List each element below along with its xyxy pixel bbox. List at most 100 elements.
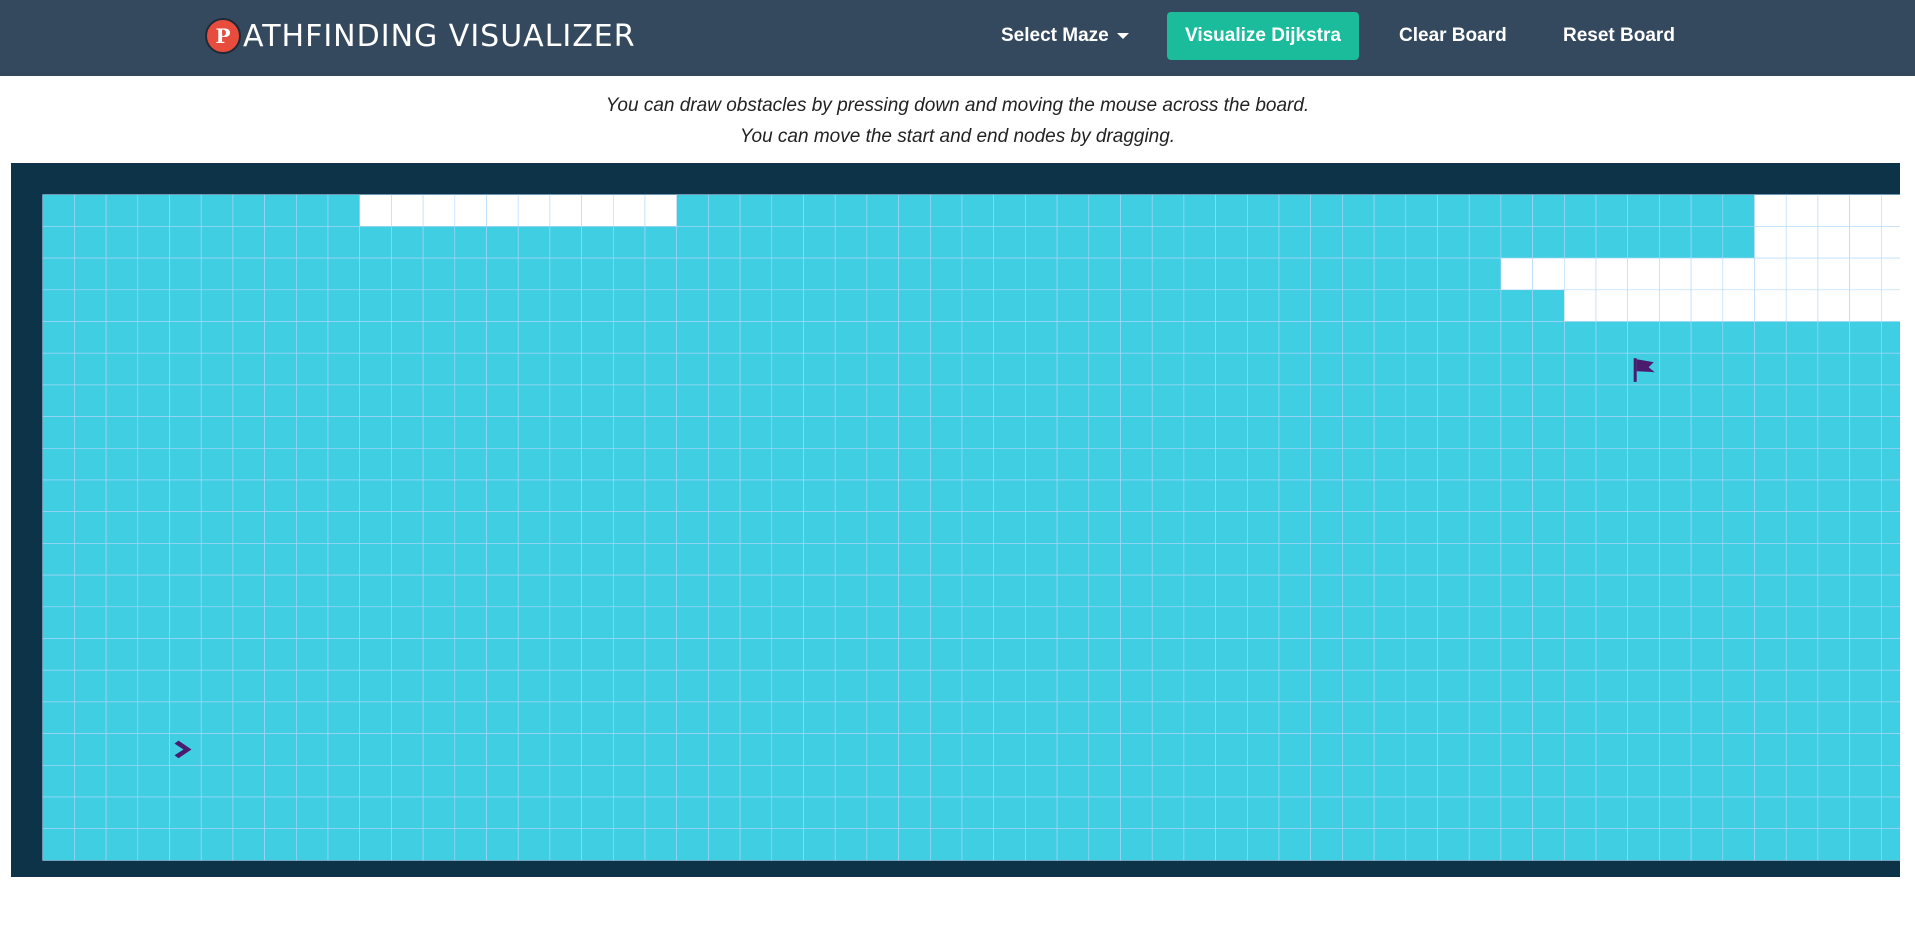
grid-cell[interactable] [391,416,424,449]
grid-cell[interactable] [232,321,265,354]
grid-cell[interactable] [708,733,741,766]
grid-cell[interactable] [866,226,899,259]
grid-cell[interactable] [391,669,424,703]
grid-cell[interactable] [1595,606,1629,639]
grid-cell[interactable] [1468,226,1502,259]
grid-cell[interactable] [42,289,75,322]
grid-cell[interactable] [803,321,836,354]
grid-cell[interactable] [708,764,741,798]
grid-cell[interactable] [486,638,519,671]
grid-cell[interactable] [898,764,931,798]
grid-cell[interactable] [1056,796,1090,830]
grid-cell[interactable] [1437,638,1470,671]
grid-cell[interactable] [676,257,709,291]
grid-cell[interactable] [1247,733,1280,766]
grid-cell[interactable] [1215,479,1248,513]
grid-cell[interactable] [454,764,487,798]
grid-cell[interactable] [1373,511,1407,544]
grid-cell[interactable] [803,226,836,259]
grid-cell[interactable] [1278,226,1312,259]
grid-cell[interactable] [1151,701,1185,734]
grid-cell[interactable] [1342,447,1375,481]
grid-cell[interactable] [1056,669,1090,703]
grid-cell[interactable] [1754,669,1787,703]
grid-cell[interactable] [866,701,899,734]
grid-cell[interactable] [1532,828,1565,861]
grid-cell[interactable] [327,257,361,291]
grid-cell[interactable] [1151,828,1185,861]
grid-cell[interactable] [644,479,678,513]
grid-cell[interactable] [1056,606,1090,639]
grid-cell[interactable] [1690,289,1724,322]
grid-cell[interactable] [1437,194,1470,227]
grid-cell[interactable] [486,289,519,322]
grid-cell[interactable] [1881,733,1900,766]
grid-cell[interactable] [708,384,741,417]
grid-cell[interactable] [1183,321,1216,354]
grid-cell[interactable] [1437,257,1470,291]
grid-cell[interactable] [42,511,75,544]
grid-cell[interactable] [1025,733,1058,766]
grid-cell[interactable] [200,447,234,481]
grid-cell[interactable] [803,669,836,703]
grid-cell[interactable] [1437,828,1470,861]
grid-cell[interactable] [1025,416,1058,449]
grid-cell[interactable] [1437,352,1470,386]
grid-cell[interactable] [1500,194,1533,227]
grid-cell[interactable] [929,289,963,322]
grid-cell[interactable] [1722,764,1755,798]
grid-cell[interactable] [708,828,741,861]
grid-cell[interactable] [1564,638,1597,671]
grid-cell[interactable] [581,479,614,513]
grid-cell[interactable] [1088,796,1121,830]
grid-cell[interactable] [1849,479,1882,513]
grid-cell[interactable] [295,511,329,544]
grid-cell[interactable] [612,828,646,861]
grid-cell[interactable] [1183,828,1216,861]
grid-cell[interactable] [929,638,963,671]
grid-cell[interactable] [264,226,297,259]
grid-cell[interactable] [232,352,265,386]
grid-cell[interactable] [1183,352,1216,386]
grid-cell[interactable] [866,194,899,227]
grid-cell[interactable] [1437,289,1470,322]
grid-cell[interactable] [232,606,265,639]
grid-cell[interactable] [295,447,329,481]
grid-cell[interactable] [1310,828,1343,861]
grid-cell[interactable] [359,606,392,639]
grid-cell[interactable] [1595,574,1629,608]
grid-cell[interactable] [1532,606,1565,639]
grid-cell[interactable] [1120,669,1153,703]
grid-cell[interactable] [1373,226,1407,259]
grid-cell[interactable] [454,479,487,513]
grid-cell[interactable] [1500,669,1533,703]
grid-cell[interactable] [422,764,456,798]
grid-cell[interactable] [74,574,107,608]
grid-cell[interactable] [295,733,329,766]
grid-cell[interactable] [771,511,804,544]
grid-cell[interactable] [295,416,329,449]
grid-cell[interactable] [1215,321,1248,354]
grid-cell[interactable] [137,669,170,703]
grid-cell[interactable] [1342,416,1375,449]
grid-cell[interactable] [993,543,1026,576]
grid-cell[interactable] [327,416,361,449]
grid-cell[interactable] [866,764,899,798]
grid-cell[interactable] [676,447,709,481]
grid-cell[interactable] [803,257,836,291]
grid-cell[interactable] [359,226,392,259]
grid-cell[interactable] [1849,257,1882,291]
grid-cell[interactable] [137,606,170,639]
grid-cell[interactable] [1500,796,1533,830]
grid-cell[interactable] [834,764,868,798]
grid-cell[interactable] [327,669,361,703]
grid-cell[interactable] [1025,257,1058,291]
grid-cell[interactable] [1754,701,1787,734]
grid-cell[interactable] [327,543,361,576]
grid-cell[interactable] [1120,828,1153,861]
grid-cell[interactable] [137,638,170,671]
grid-cell[interactable] [961,352,995,386]
grid-cell[interactable] [549,796,582,830]
grid-cell[interactable] [834,638,868,671]
grid-cell[interactable] [1310,352,1343,386]
